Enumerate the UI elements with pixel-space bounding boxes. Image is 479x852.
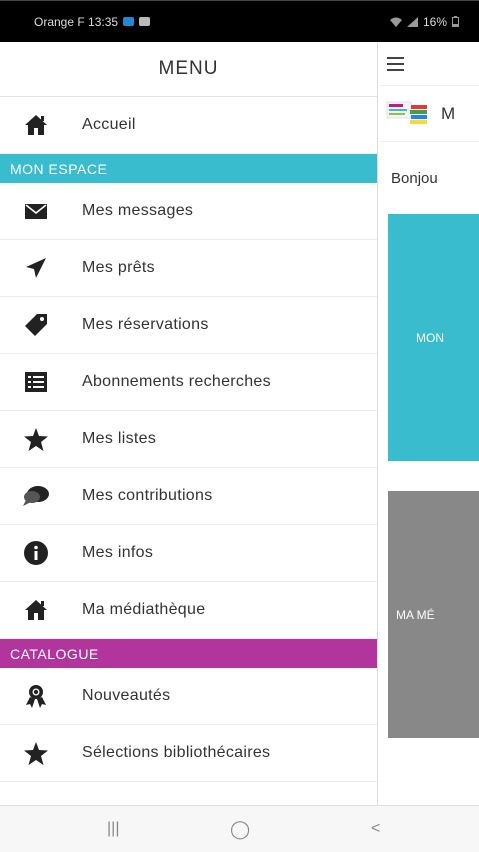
android-nav-bar: ||| ◯ <: [0, 805, 479, 852]
paper-plane-icon: [0, 258, 82, 278]
menu-item-nouveautes[interactable]: Nouveautés: [0, 668, 377, 725]
menu-item-accueil[interactable]: Accueil: [0, 97, 377, 154]
home-icon: [0, 599, 82, 621]
menu-item-selections-bibliothecaires[interactable]: Sélections bibliothécaires: [0, 725, 377, 782]
battery-level: 16%: [422, 14, 447, 29]
menu-item-ma-mediatheque[interactable]: Ma médiathèque: [0, 582, 377, 639]
home-icon: [0, 114, 82, 136]
back-button[interactable]: <: [371, 820, 380, 838]
menu-item-messages[interactable]: Mes messages: [0, 183, 377, 240]
recents-button[interactable]: |||: [107, 820, 119, 838]
menu-item-label: Mes listes: [82, 430, 157, 447]
image-notification-icon: [139, 17, 151, 26]
section-mon-espace: MON ESPACE: [0, 154, 377, 183]
ma-mediatheque-tile[interactable]: MA MÉ: [388, 491, 479, 738]
status-bar: Orange F 13:35 16%: [0, 0, 479, 42]
status-left: Orange F 13:35: [34, 14, 151, 29]
hamburger-menu-icon[interactable]: [387, 56, 404, 71]
menu-item-listes[interactable]: Mes listes: [0, 411, 377, 468]
comments-icon: [0, 485, 82, 507]
drawer-title: MENU: [158, 58, 219, 79]
menu-item-label: Ma médiathèque: [82, 601, 206, 618]
mon-espace-tile[interactable]: MON: [388, 214, 479, 461]
menu-item-label: Nouveautés: [82, 687, 171, 704]
media-logo: [385, 99, 431, 129]
tag-icon: [0, 314, 82, 336]
navigation-drawer: MENU Accueil MON ESPACE Mes messages Mes…: [0, 42, 378, 805]
background-page: M Bonjou MON MA MÉ: [379, 42, 479, 805]
notification-icon: [123, 17, 135, 26]
award-icon: [0, 684, 82, 708]
status-right: 16%: [389, 14, 459, 29]
section-label: CATALOGUE: [10, 645, 99, 662]
menu-item-contributions[interactable]: Mes contributions: [0, 468, 377, 525]
section-catalogue: CATALOGUE: [0, 639, 377, 668]
mon-espace-tile-label: MON: [416, 330, 444, 345]
signal-icon: [406, 16, 418, 27]
menu-item-label: Mes messages: [82, 202, 194, 219]
menu-item-label: Sélections bibliothécaires: [82, 744, 271, 761]
carrier-time: Orange F 13:35: [34, 14, 119, 29]
menu-item-label: Abonnements recherches: [82, 373, 271, 390]
menu-item-label: Mes contributions: [82, 487, 213, 504]
battery-icon: [452, 16, 459, 27]
section-label: MON ESPACE: [10, 160, 108, 177]
menu-item-label: Mes infos: [82, 544, 154, 561]
background-logo-row: M: [379, 86, 479, 142]
home-button[interactable]: ◯: [230, 819, 250, 840]
info-icon: [0, 541, 82, 565]
wifi-icon: [389, 17, 402, 27]
menu-item-label: Mes réservations: [82, 316, 209, 333]
menu-item-infos[interactable]: Mes infos: [0, 525, 377, 582]
star-icon: [0, 427, 82, 451]
list-icon: [0, 372, 82, 392]
star-icon: [0, 741, 82, 765]
envelope-icon: [0, 203, 82, 219]
menu-item-reservations[interactable]: Mes réservations: [0, 297, 377, 354]
greeting-text: Bonjou: [391, 169, 438, 187]
ma-mediatheque-tile-label: MA MÉ: [396, 607, 435, 622]
menu-item-label: Accueil: [82, 116, 136, 133]
drawer-header: MENU: [0, 42, 377, 97]
background-topbar: [379, 42, 479, 86]
menu-item-prets[interactable]: Mes prêts: [0, 240, 377, 297]
menu-item-abonnements-recherches[interactable]: Abonnements recherches: [0, 354, 377, 411]
logo-title-fragment: M: [441, 103, 456, 123]
menu-item-label: Mes prêts: [82, 259, 155, 276]
